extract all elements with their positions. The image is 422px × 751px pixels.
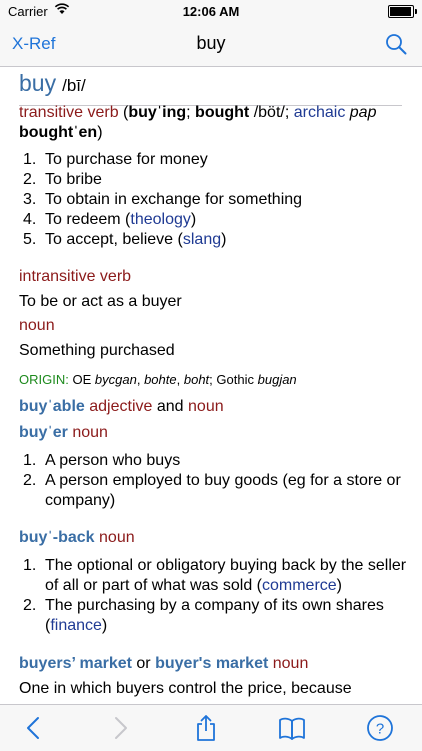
bottom-toolbar: ?	[0, 704, 422, 751]
subentry-buyers-market: buyers’ market or buyer's market noun	[19, 655, 309, 672]
label-theology[interactable]: theology	[130, 211, 191, 228]
sense-item: 1. The optional or obligatory buying back…	[23, 557, 407, 594]
headword: buy	[19, 70, 57, 96]
form-boughten: boughtˈen	[19, 124, 98, 141]
forms-separator: ;	[186, 104, 191, 121]
pos-noun: noun	[19, 317, 55, 334]
transitive-senses: 1. To purchase for money 2. To bribe 3. To …	[19, 150, 409, 250]
forms-close-paren: )	[97, 124, 103, 141]
noun-definition: Something purchased	[19, 342, 175, 359]
subentry-buyback: buyˈ-back noun	[19, 529, 135, 546]
sense-item: 5. To accept, believe (slang)	[23, 231, 227, 248]
transitive-verb-forms: transitive verb (buyˈing; bought /böt/; …	[19, 103, 409, 143]
status-bar: Carrier 12:06 AM	[0, 0, 422, 22]
buyback-senses: 1. The optional or obligatory buying back…	[19, 556, 409, 636]
origin-line: ORIGIN: OE bycgan, bohte, boht; Gothic b…	[19, 372, 297, 387]
subentry-headword: buyˈable	[19, 398, 85, 415]
help-icon[interactable]: ?	[366, 714, 394, 742]
pronunciation: /bī/	[62, 76, 86, 95]
battery-fill	[390, 7, 411, 16]
label-pap: pap	[349, 104, 377, 121]
intransitive-definition: To be or act as a buyer	[19, 293, 182, 310]
book-icon[interactable]	[278, 714, 306, 742]
battery-icon	[388, 5, 417, 18]
sense-item: 3. To obtain in exchange for something	[23, 191, 303, 208]
navigation-bar: X-Ref buy	[0, 22, 422, 67]
sense-item: 1. To purchase for money	[23, 151, 208, 168]
back-arrow-icon[interactable]	[20, 714, 48, 742]
form-bought: bought	[195, 104, 250, 121]
origin-label: ORIGIN:	[19, 372, 69, 387]
pos-intransitive-verb: intransitive verb	[19, 268, 132, 285]
sense-item: 4. To redeem (theology)	[23, 211, 197, 228]
pos-transitive-verb: transitive verb	[19, 104, 119, 121]
subentry-buyer: buyˈer noun	[19, 424, 108, 441]
search-icon[interactable]	[384, 32, 408, 56]
subentry-headword: buyˈer	[19, 424, 68, 441]
buyers-market-definition: One in which buyers control the price, b…	[19, 680, 352, 697]
sense-item: 2. A person employed to buy goods (eg for…	[23, 472, 401, 509]
sense-item: 2. To bribe	[23, 171, 102, 188]
label-commerce[interactable]: commerce	[262, 577, 337, 594]
label-archaic[interactable]: archaic	[294, 104, 346, 121]
sense-item: 1. A person who buys	[23, 452, 181, 469]
svg-text:?: ?	[376, 721, 384, 738]
form-bought-pronunciation: /böt/	[253, 104, 285, 121]
forward-arrow-icon[interactable]	[106, 714, 134, 742]
headword-row: buy/bī/	[19, 70, 402, 106]
sense-item: 2. The purchasing by a company of its own…	[23, 597, 384, 634]
dictionary-entry: buy/bī/ transitive verb (buyˈing; bought…	[0, 67, 422, 704]
share-icon[interactable]	[192, 714, 220, 742]
label-slang[interactable]: slang	[183, 231, 221, 248]
form-buying: buyˈing	[128, 104, 187, 121]
forms-separator: ;	[284, 104, 290, 121]
clock: 12:06 AM	[182, 4, 240, 19]
page-title: buy	[196, 33, 226, 53]
label-finance[interactable]: finance	[50, 617, 102, 634]
subentry-headword: buyˈ-back	[19, 529, 95, 546]
buyer-senses: 1. A person who buys 2. A person employed …	[19, 451, 409, 511]
subentry-buyable: buyˈable adjective and noun	[19, 398, 224, 415]
